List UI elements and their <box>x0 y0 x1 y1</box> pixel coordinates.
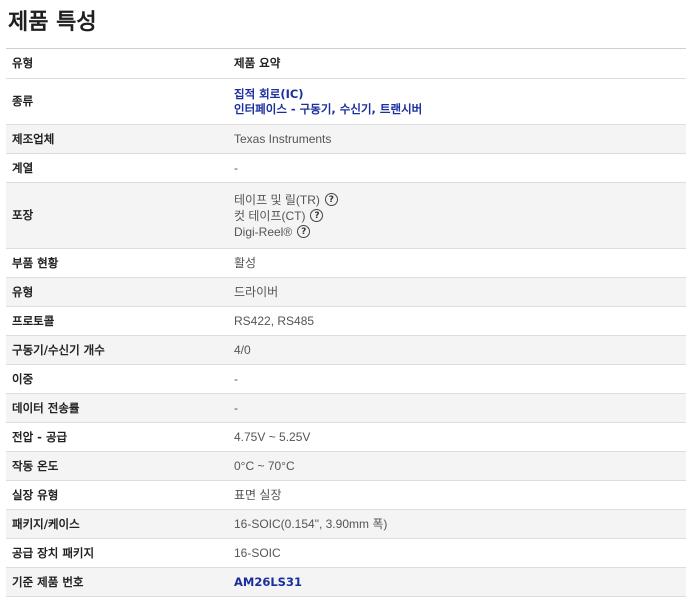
product-attributes-table: 유형 제품 요약 종류 집적 회로(IC) 인터페이스 - 구동기, 수신기, … <box>6 48 686 597</box>
table-row-series: 계열 - <box>6 153 686 183</box>
category-link-ic[interactable]: 집적 회로(IC) <box>234 87 680 102</box>
table-row-operating-temp: 작동 온도 0°C ~ 70°C <box>6 451 686 481</box>
table-row-duplex: 이중 - <box>6 364 686 394</box>
table-row-mounting-type: 실장 유형 표면 실장 <box>6 480 686 510</box>
help-icon[interactable]: ? <box>297 225 311 238</box>
manufacturer-value: Texas Instruments <box>228 124 686 154</box>
data-rate-label: 데이터 전송률 <box>6 393 228 423</box>
table-row-manufacturer: 제조업체 Texas Instruments <box>6 124 686 154</box>
packaging-option-tr-label: 테이프 및 릴(TR) <box>234 192 320 207</box>
category-value: 집적 회로(IC) 인터페이스 - 구동기, 수신기, 트랜시버 <box>228 78 686 125</box>
package-case-value: 16-SOIC(0.154", 3.90mm 폭) <box>228 509 686 539</box>
duplex-label: 이중 <box>6 364 228 394</box>
part-status-label: 부품 현황 <box>6 248 228 278</box>
protocol-label: 프로토콜 <box>6 306 228 336</box>
packaging-option-digireel-label: Digi-Reel® <box>234 224 293 239</box>
mounting-type-label: 실장 유형 <box>6 480 228 510</box>
table-row-category: 종류 집적 회로(IC) 인터페이스 - 구동기, 수신기, 트랜시버 <box>6 78 686 125</box>
table-row-packaging: 포장 테이프 및 릴(TR) ? 컷 테이프(CT) ? Digi-Reel® … <box>6 182 686 249</box>
packaging-option-ct-label: 컷 테이프(CT) <box>234 208 306 223</box>
packaging-option-tr: 테이프 및 릴(TR) ? <box>234 192 680 208</box>
packaging-value: 테이프 및 릴(TR) ? 컷 테이프(CT) ? Digi-Reel® ? <box>228 182 686 249</box>
table-row-supplier-package: 공급 장치 패키지 16-SOIC <box>6 538 686 568</box>
series-value: - <box>228 153 686 183</box>
category-label: 종류 <box>6 78 228 125</box>
duplex-value: - <box>228 364 686 394</box>
page-title: 제품 특성 <box>8 10 97 35</box>
packaging-label: 포장 <box>6 182 228 249</box>
type-value: 드라이버 <box>228 277 686 307</box>
voltage-supply-label: 전압 - 공급 <box>6 422 228 452</box>
type-label: 유형 <box>6 277 228 307</box>
mounting-type-value: 표면 실장 <box>228 480 686 510</box>
packaging-option-digireel: Digi-Reel® ? <box>234 224 680 240</box>
help-icon[interactable]: ? <box>310 209 324 222</box>
part-status-value: 활성 <box>228 248 686 278</box>
product-attributes-page: 제품 특성 유형 제품 요약 종류 집적 회로(IC) 인터페이스 - 구동기,… <box>0 0 692 609</box>
table-row-protocol: 프로토콜 RS422, RS485 <box>6 306 686 336</box>
help-icon[interactable]: ? <box>324 193 338 206</box>
table-row-package-case: 패키지/케이스 16-SOIC(0.154", 3.90mm 폭) <box>6 509 686 539</box>
table-row-voltage-supply: 전압 - 공급 4.75V ~ 5.25V <box>6 422 686 452</box>
data-rate-value: - <box>228 393 686 423</box>
table-row-base-part: 기준 제품 번호 AM26LS31 <box>6 567 686 597</box>
series-label: 계열 <box>6 153 228 183</box>
table-row-part-status: 부품 현황 활성 <box>6 248 686 278</box>
packaging-option-ct: 컷 테이프(CT) ? <box>234 208 680 224</box>
base-part-label: 기준 제품 번호 <box>6 567 228 597</box>
table-row-drivers-receivers: 구동기/수신기 개수 4/0 <box>6 335 686 365</box>
operating-temp-value: 0°C ~ 70°C <box>228 451 686 481</box>
package-case-label: 패키지/케이스 <box>6 509 228 539</box>
category-link-interface[interactable]: 인터페이스 - 구동기, 수신기, 트랜시버 <box>234 102 680 117</box>
supplier-package-value: 16-SOIC <box>228 538 686 568</box>
table-header-row: 유형 제품 요약 <box>6 48 686 79</box>
table-row-data-rate: 데이터 전송률 - <box>6 393 686 423</box>
drivers-receivers-label: 구동기/수신기 개수 <box>6 335 228 365</box>
table-row-type: 유형 드라이버 <box>6 277 686 307</box>
operating-temp-label: 작동 온도 <box>6 451 228 481</box>
drivers-receivers-value: 4/0 <box>228 335 686 365</box>
supplier-package-label: 공급 장치 패키지 <box>6 538 228 568</box>
voltage-supply-value: 4.75V ~ 5.25V <box>228 422 686 452</box>
header-type-label: 유형 <box>6 48 228 79</box>
manufacturer-label: 제조업체 <box>6 124 228 154</box>
base-part-value: AM26LS31 <box>228 567 686 597</box>
header-summary-label: 제품 요약 <box>228 48 686 79</box>
protocol-value: RS422, RS485 <box>228 306 686 336</box>
base-part-link[interactable]: AM26LS31 <box>234 575 680 590</box>
